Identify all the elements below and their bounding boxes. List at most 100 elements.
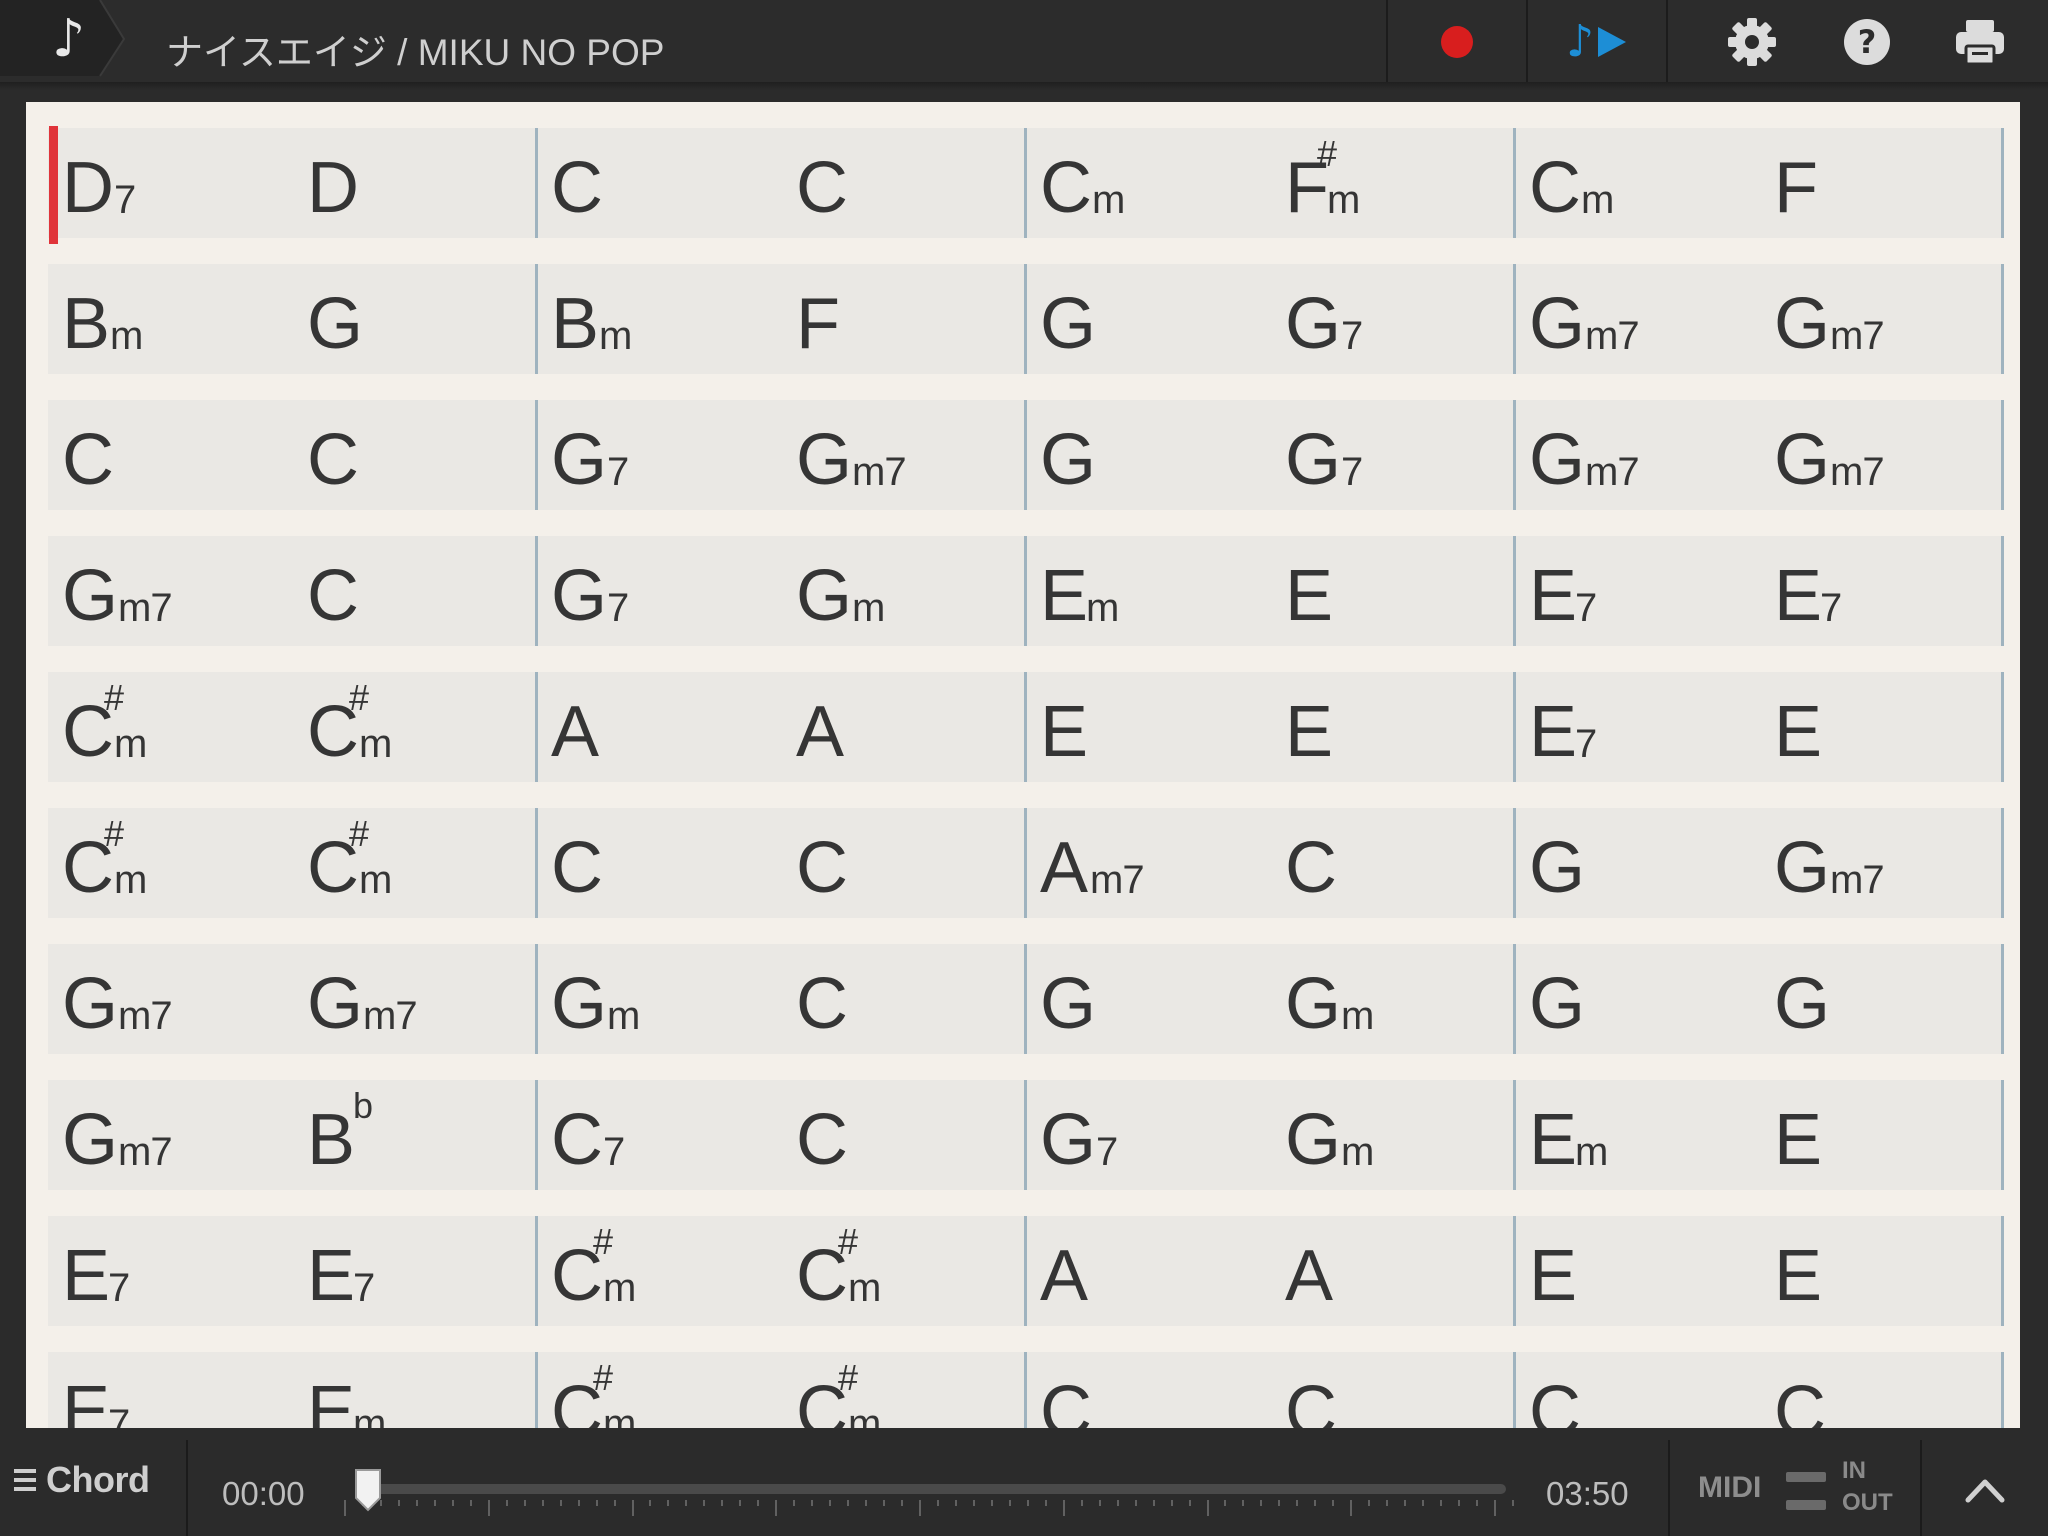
chord-cell[interactable]: G [293,264,537,374]
chord-quality: m [848,1402,881,1428]
chord-cell[interactable]: E7 [1515,672,1759,782]
chord-cell[interactable]: C7 [537,1080,781,1190]
chord-cell[interactable]: G [1026,264,1270,374]
chord-cell[interactable]: A [537,672,781,782]
chord-cell[interactable]: E [1760,1216,2004,1326]
chord-quality: 7 [108,1402,130,1428]
chord-cell[interactable]: Bm [537,264,781,374]
chord-cell[interactable]: Gm7 [48,944,292,1054]
chord-cell[interactable]: G [1026,400,1270,510]
chord-cell[interactable]: E [1760,1080,2004,1190]
seek-tick [901,1500,903,1506]
chord-cell[interactable]: Gm7 [293,944,537,1054]
midi-label: MIDI [1698,1471,1762,1504]
chord-cell[interactable]: C [782,808,1026,918]
chord-cell[interactable]: C [48,400,292,510]
chord-cell[interactable]: C [537,808,781,918]
chord-cell[interactable]: G [1515,944,1759,1054]
chord-cell[interactable]: G [1760,944,2004,1054]
chord-cell[interactable]: Gm7 [1760,808,2004,918]
settings-button[interactable] [1700,0,1804,84]
chord-cell[interactable]: Am7 [1026,808,1270,918]
chord-cell[interactable]: Gm [782,536,1026,646]
chord-cell[interactable]: C [782,944,1026,1054]
chord-cell[interactable]: C # m [782,1216,1026,1326]
chord-cell[interactable]: C [782,128,1026,238]
chord-cell[interactable]: C [293,536,537,646]
chord-cell[interactable]: Gm7 [1515,264,1759,374]
chord-cell[interactable]: Gm7 [48,1080,292,1190]
seek-tick [1458,1500,1460,1506]
chord-mode-button[interactable]: Chord [14,1458,150,1502]
chord-cell[interactable]: E7 [1515,536,1759,646]
chord-cell[interactable]: G [1515,808,1759,918]
chord-cell[interactable]: A [1026,1216,1270,1326]
chord-cell[interactable]: G7 [537,536,781,646]
chord-cell[interactable]: G7 [1271,400,1515,510]
bottom-divider [186,1440,188,1536]
chord-cell[interactable]: F [782,264,1026,374]
chord-cell[interactable]: Gm7 [782,400,1026,510]
chord-cell[interactable]: C # m [48,672,292,782]
chord-cell[interactable]: G [1026,944,1270,1054]
print-button[interactable] [1930,0,2030,84]
seek-thumb[interactable] [353,1468,383,1512]
chord-cell[interactable]: A [782,672,1026,782]
chord-cell[interactable]: C [293,400,537,510]
chord-cell[interactable]: E [1271,536,1515,646]
chord-sheet[interactable]: D 7 D C C Cm F # m Cm F Bm G Bm F G G 7 Gm7 Gm7 C C G 7 Gm7 G G 7 Gm… [26,102,2020,1428]
chord-cell[interactable]: C # m [293,672,537,782]
chord-cell[interactable]: E [1271,672,1515,782]
chord-cell[interactable]: Gm7 [1515,400,1759,510]
chord-cell[interactable]: G7 [1271,264,1515,374]
chord-cell[interactable]: C [537,128,781,238]
chord-cell[interactable]: C [1271,1352,1515,1428]
chord-cell[interactable]: C # m [48,808,292,918]
chord-cell[interactable]: F [1760,128,2004,238]
chord-cell[interactable]: C # m [537,1216,781,1326]
chord-cell[interactable]: Em [1026,536,1270,646]
chord-cell[interactable]: E [1026,672,1270,782]
chord-cell[interactable]: Gm7 [1760,400,2004,510]
chord-cell[interactable]: F # m [1271,128,1515,238]
chord-cell[interactable]: C [1026,1352,1270,1428]
app-menu-button[interactable]: ♪ [0,0,136,78]
chord-cell[interactable]: Gm [1271,1080,1515,1190]
chord-cell[interactable]: E [1515,1216,1759,1326]
chord-cell[interactable]: Gm [1271,944,1515,1054]
chord-cell[interactable]: Cm [1026,128,1270,238]
seek-track[interactable] [356,1484,1506,1494]
chord-cell[interactable]: Bm [48,264,292,374]
chord-cell[interactable]: G7 [1026,1080,1270,1190]
expand-button[interactable] [1960,1468,2010,1512]
chord-cell[interactable]: E7 [293,1216,537,1326]
chord-cell[interactable]: D [293,128,537,238]
chord-cell[interactable]: D7 [48,128,292,238]
seek-tick [793,1500,795,1506]
chord-cell[interactable]: Gm [537,944,781,1054]
chord-cell[interactable]: C [782,1080,1026,1190]
chord-cell[interactable]: C # m [293,808,537,918]
chord-cell[interactable]: A [1271,1216,1515,1326]
chord-cell[interactable]: Bb [293,1080,537,1190]
chord-cell[interactable]: C [1515,1352,1759,1428]
record-button[interactable] [1388,0,1526,84]
chord-cell[interactable]: Cm [1515,128,1759,238]
chord-cell[interactable]: C [1760,1352,2004,1428]
chord-cell[interactable]: Gm7 [48,536,292,646]
chord-cell[interactable]: E7 [48,1352,292,1428]
chord-cell[interactable]: Gm7 [1760,264,2004,374]
chord-cell[interactable]: Em [1515,1080,1759,1190]
chord-cell[interactable]: G7 [537,400,781,510]
chord-cell[interactable]: E7 [48,1216,292,1326]
chord-root: G [1529,964,1585,1044]
chord-cell[interactable]: C [1271,808,1515,918]
play-button[interactable]: ♪ [1528,0,1666,84]
chord-cell[interactable]: E7 [1760,536,2004,646]
chord-quality: m [1341,1130,1374,1174]
chord-cell[interactable]: C # m [537,1352,781,1429]
chord-cell[interactable]: Em [293,1352,537,1428]
help-button[interactable]: ? [1820,0,1914,84]
chord-cell[interactable]: C # m [782,1352,1026,1429]
chord-cell[interactable]: E [1760,672,2004,782]
